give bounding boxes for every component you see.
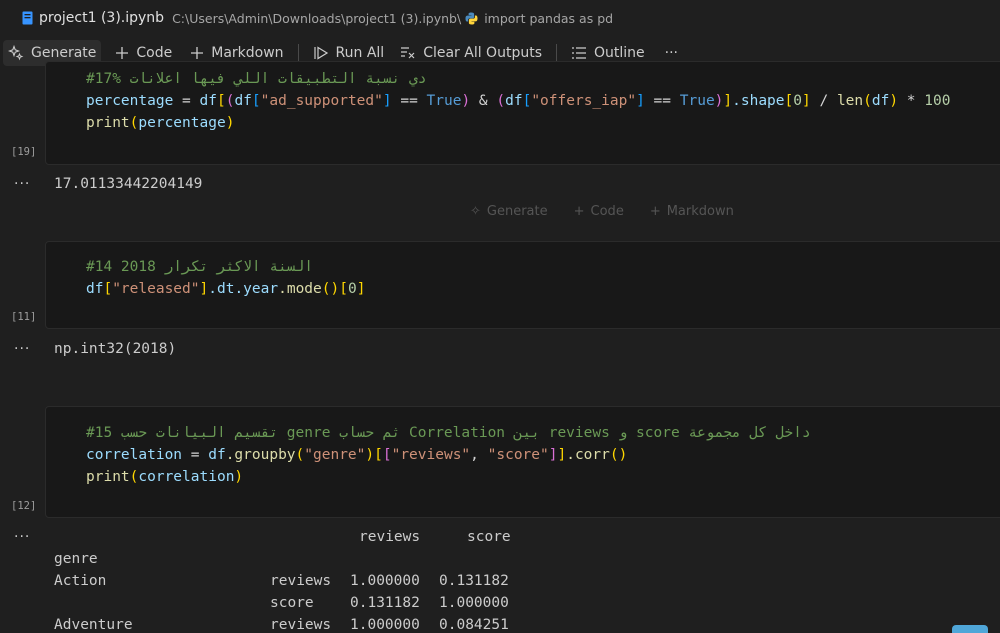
code-cell[interactable]: #15 تقسيم البيانات حسب genre ثم حساب Cor…	[45, 406, 1000, 518]
plus-icon	[115, 46, 129, 60]
insert-code-button[interactable]: + Code	[574, 204, 624, 219]
list-icon	[571, 45, 587, 61]
cell-output: np.int32(2018)	[54, 341, 177, 357]
ellipsis-icon: ···	[664, 45, 678, 61]
table-cell: 1.000000	[350, 573, 420, 589]
insert-cell-bar: ✧ Generate + Code + Markdown	[470, 204, 760, 219]
insert-markdown-button[interactable]: + Markdown	[650, 204, 734, 219]
code-cell[interactable]: #17% دي نسبة التطبيقات اللي فيها اعلانات…	[45, 61, 1000, 165]
clear-all-outputs-label: Clear All Outputs	[423, 45, 542, 61]
code-line: print(correlation)	[86, 469, 244, 485]
output-menu-icon[interactable]: ···	[14, 529, 30, 545]
table-cell: 0.131182	[439, 573, 509, 589]
table-cell: 1.000000	[439, 595, 509, 611]
code-line: correlation = df.groupby("genre")[["revi…	[86, 447, 628, 463]
sparkle-icon: ✧	[470, 204, 481, 219]
code-line: df["released"].dt.year.mode()[0]	[86, 281, 366, 297]
plus-icon: +	[573, 204, 585, 219]
insert-generate-button[interactable]: ✧ Generate	[470, 204, 548, 219]
code-comment: #15 تقسيم البيانات حسب genre ثم حساب Cor…	[86, 425, 811, 441]
outline-label: Outline	[593, 45, 645, 61]
cell-output: 17.01133442204149	[54, 176, 203, 192]
execution-count: [11]	[11, 311, 37, 323]
table-column-header: reviews	[359, 529, 421, 545]
code-cell[interactable]: #14 2018 السنة الاكثر تكرار df["released…	[45, 241, 1000, 329]
table-row-group: Action	[54, 573, 107, 589]
plus-icon: +	[649, 204, 661, 219]
breadcrumb-symbol[interactable]: import pandas as pd	[484, 11, 613, 26]
run-all-icon	[313, 45, 329, 61]
notebook-filename[interactable]: project1 (3).ipynb	[39, 10, 164, 26]
code-label: Code	[136, 45, 173, 61]
generate-label: Generate	[31, 45, 97, 61]
code-comment: #17% دي نسبة التطبيقات اللي فيها اعلانات	[86, 71, 427, 87]
output-menu-icon[interactable]: ···	[14, 341, 30, 357]
clear-outputs-icon	[400, 45, 416, 61]
plus-icon	[190, 46, 204, 60]
notebook-file-icon	[22, 11, 33, 25]
code-line: print(percentage)	[86, 115, 235, 131]
output-menu-icon[interactable]: ···	[14, 176, 30, 192]
breadcrumb-bar: project1 (3).ipynb C:\Users\Admin\Downlo…	[0, 0, 1000, 36]
run-all-label: Run All	[335, 45, 385, 61]
sparkle-icon	[8, 45, 24, 61]
breadcrumb-path[interactable]: C:\Users\Admin\Downloads\project1 (3).ip…	[172, 11, 461, 26]
execution-count: [19]	[11, 146, 37, 158]
python-icon	[465, 12, 478, 24]
table-column-header: score	[467, 529, 511, 545]
table-row-var: reviews	[270, 573, 332, 589]
table-row-var: score	[270, 595, 314, 611]
code-comment: #14 2018 السنة الاكثر تكرار	[86, 259, 313, 275]
markdown-label: Markdown	[211, 45, 284, 61]
execution-count: [12]	[11, 500, 37, 512]
toolbar-divider	[555, 44, 557, 62]
code-line: percentage = df[(df["ad_supported"] == T…	[86, 93, 951, 109]
table-index-name: genre	[54, 551, 98, 567]
scroll-to-bottom-button[interactable]	[952, 625, 988, 633]
table-cell: 0.131182	[350, 595, 420, 611]
toolbar-divider	[297, 44, 299, 62]
